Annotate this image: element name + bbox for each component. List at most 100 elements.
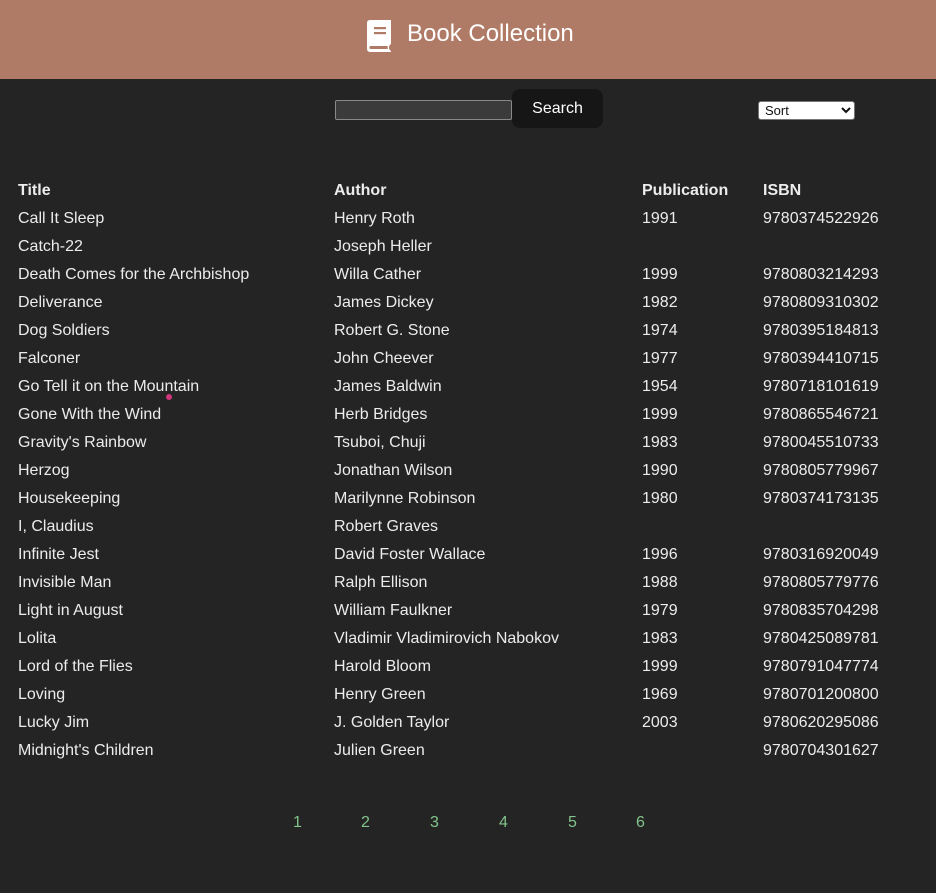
cell-title: Light in August	[18, 602, 123, 619]
cell-title: Call It Sleep	[18, 210, 105, 227]
cell-publication: 1974	[642, 322, 678, 339]
column-header-title[interactable]: Title	[18, 177, 51, 205]
cell-title: Lolita	[18, 630, 57, 647]
table-row: Invisible Man Ralph Ellison 1988 9780805779…	[0, 569, 936, 597]
cell-title: Herzog	[18, 462, 70, 479]
cell-author: James Dickey	[334, 294, 434, 311]
mouse-cursor-marker	[166, 394, 172, 400]
page-link-4[interactable]: 4	[499, 812, 508, 834]
cell-author: Marilynne Robinson	[334, 490, 476, 507]
books-table: Title Author Publication ISBN Call It Sl…	[0, 177, 936, 765]
cell-author: Henry Roth	[334, 210, 415, 227]
cell-isbn: 9780791047774	[763, 658, 879, 675]
table-row: Light in August William Faulkner 1979 97808…	[0, 597, 936, 625]
search-input[interactable]	[335, 100, 512, 120]
cell-author: James Baldwin	[334, 378, 442, 395]
cell-author: William Faulkner	[334, 602, 453, 619]
cell-title: Gone With the Wind	[18, 406, 162, 423]
cell-publication: 1990	[642, 462, 678, 479]
page-link-5[interactable]: 5	[568, 812, 577, 834]
cell-title: Housekeeping	[18, 490, 121, 507]
column-header-isbn[interactable]: ISBN	[763, 177, 801, 205]
cell-isbn: 9780425089781	[763, 630, 879, 647]
cell-title: Death Comes for the Archbishop	[18, 266, 250, 283]
table-row: I, Claudius Robert Graves	[0, 513, 936, 541]
cell-author: Vladimir Vladimirovich Nabokov	[334, 630, 559, 647]
page-link-6[interactable]: 6	[636, 812, 645, 834]
cell-isbn: 9780701200800	[763, 686, 879, 703]
cell-author: John Cheever	[334, 350, 434, 367]
table-row: Lord of the Flies Harold Bloom 1999 9780791…	[0, 653, 936, 681]
page-header: Book Collection	[0, 0, 936, 79]
cell-isbn: 9780374173135	[763, 490, 879, 507]
table-row: Infinite Jest David Foster Wallace 1996 978…	[0, 541, 936, 569]
cell-isbn: 9780395184813	[763, 322, 879, 339]
cell-author: Herb Bridges	[334, 406, 428, 423]
cell-isbn: 9780620295086	[763, 714, 879, 731]
cell-title: Gravity's Rainbow	[18, 434, 147, 451]
table-row: Lolita Vladimir Vladimirovich Nabokov 1983…	[0, 625, 936, 653]
cell-isbn: 9780718101619	[763, 378, 879, 395]
page-link-2[interactable]: 2	[361, 812, 370, 834]
table-row: Dog Soldiers Robert G. Stone 1974 978039518…	[0, 317, 936, 345]
cell-publication: 1983	[642, 630, 678, 647]
table-row: Gone With the Wind Herb Bridges 1999 978086…	[0, 401, 936, 429]
cell-publication: 1991	[642, 210, 678, 227]
table-row: Lucky Jim J. Golden Taylor 2003 97806202950…	[0, 709, 936, 737]
cell-publication: 1999	[642, 266, 678, 283]
cell-isbn: 9780374522926	[763, 210, 879, 227]
cell-isbn: 9780865546721	[763, 406, 879, 423]
cell-title: I, Claudius	[18, 518, 94, 535]
table-header-row: Title Author Publication ISBN	[0, 177, 936, 205]
search-button[interactable]: Search	[512, 89, 603, 128]
sort-select[interactable]: Sort	[758, 101, 855, 120]
table-row: Housekeeping Marilynne Robinson 1980 978037…	[0, 485, 936, 513]
cell-author: Tsuboi, Chuji	[334, 434, 426, 451]
cell-isbn: 9780316920049	[763, 546, 879, 563]
table-row: Deliverance James Dickey 1982 9780809310302	[0, 289, 936, 317]
table-row: Gravity's Rainbow Tsuboi, Chuji 1983 978004…	[0, 429, 936, 457]
book-icon	[367, 20, 391, 52]
cell-title: Lord of the Flies	[18, 658, 133, 675]
cell-publication: 1996	[642, 546, 678, 563]
cell-title: Midnight's Children	[18, 742, 154, 759]
table-row: Catch-22 Joseph Heller	[0, 233, 936, 261]
cell-author: Henry Green	[334, 686, 426, 703]
cell-publication: 1999	[642, 406, 678, 423]
cell-author: David Foster Wallace	[334, 546, 486, 563]
cell-isbn: 9780805779776	[763, 574, 879, 591]
column-header-author[interactable]: Author	[334, 177, 386, 205]
cell-title: Loving	[18, 686, 66, 703]
cell-author: J. Golden Taylor	[334, 714, 450, 731]
table-row: Loving Henry Green 1969 9780701200800	[0, 681, 936, 709]
column-header-publication[interactable]: Publication	[642, 177, 728, 205]
cell-publication: 1982	[642, 294, 678, 311]
cell-publication: 1954	[642, 378, 678, 395]
cell-title: Deliverance	[18, 294, 103, 311]
cell-title: Lucky Jim	[18, 714, 90, 731]
cell-title: Infinite Jest	[18, 546, 99, 563]
cell-author: Joseph Heller	[334, 238, 432, 255]
cell-author: Ralph Ellison	[334, 574, 428, 591]
cell-title: Falconer	[18, 350, 81, 367]
table-row: Herzog Jonathan Wilson 1990 9780805779967	[0, 457, 936, 485]
cell-author: Robert Graves	[334, 518, 439, 535]
cell-author: Julien Green	[334, 742, 425, 759]
cell-author: Willa Cather	[334, 266, 422, 283]
cell-publication: 1988	[642, 574, 678, 591]
cell-isbn: 9780394410715	[763, 350, 879, 367]
cell-author: Harold Bloom	[334, 658, 431, 675]
cell-publication: 1977	[642, 350, 678, 367]
cell-publication: 1983	[642, 434, 678, 451]
page-link-1[interactable]: 1	[293, 812, 302, 834]
cell-publication: 1979	[642, 602, 678, 619]
page-link-3[interactable]: 3	[430, 812, 439, 834]
cell-isbn: 9780835704298	[763, 602, 879, 619]
cell-publication: 1999	[642, 658, 678, 675]
cell-publication: 1980	[642, 490, 678, 507]
cell-isbn: 9780045510733	[763, 434, 879, 451]
table-row: Go Tell it on the Mountain James Baldwin 1…	[0, 373, 936, 401]
cell-publication: 2003	[642, 714, 678, 731]
cell-title: Catch-22	[18, 238, 83, 255]
table-body: Call It Sleep Henry Roth 1991 9780374522926…	[0, 205, 936, 765]
